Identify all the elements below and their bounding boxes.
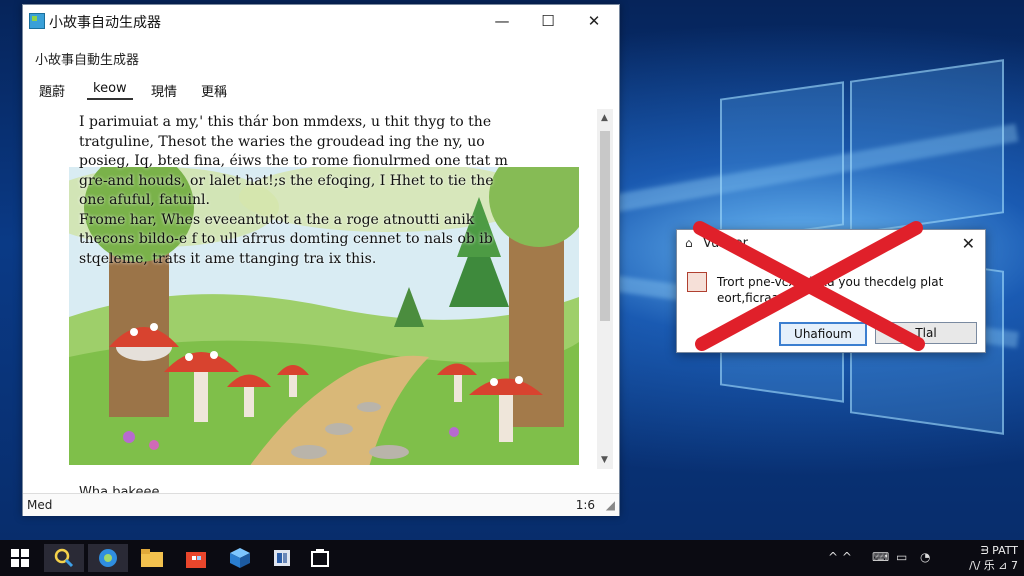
story-line: stqeleme, trats it ame ttanging tra ix t…: [79, 250, 377, 267]
status-mode: Med: [27, 498, 53, 512]
book-icon: [274, 550, 290, 566]
windows-logo-icon: [11, 549, 29, 567]
story-line: I parimuiat a my,' this thár bon mmdexs,…: [79, 114, 492, 130]
status-bar: Med 1:6 ◢: [23, 493, 619, 516]
story-line: thecons bildo-e f to ull afrrus domting …: [79, 231, 493, 247]
title-bar[interactable]: 小故事自动生成器 — ☐ ✕: [23, 5, 619, 37]
story-line: Frome har, Whes eveeantutot a the a roge…: [79, 211, 475, 228]
taskbar-store-app[interactable]: [176, 544, 216, 572]
clock-date: /\/ 乐 ⊿ 7: [969, 559, 1018, 572]
browser-icon: [99, 549, 117, 567]
taskbar: ^ ^ ⌨ ▭ ◔ ᗲ PATT /\/ 乐 ⊿ 7: [0, 540, 1024, 576]
story-line: tratguline, Thesot the waries the groude…: [79, 133, 485, 150]
cube-icon: [230, 548, 250, 568]
taskbar-3d-app[interactable]: [220, 544, 260, 572]
start-button[interactable]: [0, 544, 40, 572]
taskbar-browser-app[interactable]: [88, 544, 128, 572]
network-icon[interactable]: ▭: [896, 550, 907, 564]
tray-chevrons[interactable]: ^ ^: [828, 550, 852, 564]
status-position: 1:6: [575, 498, 595, 512]
scroll-thumb[interactable]: [600, 131, 610, 321]
dialog-ok-button[interactable]: Uhafioum: [779, 322, 867, 346]
story-generator-window: 小故事自动生成器 — ☐ ✕ 小故事自動生成器 題蔚 keow 現情 更稱 I …: [22, 4, 620, 516]
visitor-dialog: ⌂ Vusitor ✕ Trort pne-vcxcolhxa you thec…: [676, 229, 986, 353]
dialog-app-icon: ⌂: [685, 236, 693, 250]
story-app-icon: [311, 549, 329, 567]
dialog-close-button[interactable]: ✕: [962, 234, 975, 253]
dialog-title: Vusitor: [703, 236, 749, 251]
volume-icon[interactable]: ◔: [920, 550, 930, 564]
app-icon: [29, 13, 45, 29]
dialog-message: Trort pne-vcxcolhxa you thecdelg plat eo…: [717, 275, 944, 305]
maximize-button[interactable]: ☐: [525, 5, 571, 37]
story-line: one afuful, fatuinl.: [79, 192, 210, 208]
taskbar-file-explorer[interactable]: [132, 544, 172, 572]
story-line: gre-and houds, or lalet hat!;s the efoqi…: [79, 172, 494, 189]
taskbar-story-app[interactable]: [300, 544, 340, 572]
app-heading: 小故事自動生成器: [35, 53, 140, 68]
window-logo-pane: [720, 81, 844, 243]
dialog-cancel-button[interactable]: Tlal: [875, 322, 977, 344]
tab-bar: 題蔚 keow 現情 更稱: [33, 79, 613, 105]
store-icon: [186, 552, 206, 568]
window-title: 小故事自动生成器: [49, 15, 161, 31]
taskbar-search-app[interactable]: [44, 544, 84, 572]
close-button[interactable]: ✕: [571, 5, 617, 37]
vertical-scrollbar[interactable]: ▲ ▼: [597, 109, 613, 469]
tab-2[interactable]: keow: [87, 79, 133, 100]
minimize-button[interactable]: —: [479, 5, 525, 37]
story-line: posieg, Iq, bted fina, éiws the to rome …: [79, 153, 508, 169]
scroll-up-icon[interactable]: ▲: [601, 113, 608, 123]
window-logo-pane: [850, 59, 1004, 235]
scroll-down-icon[interactable]: ▼: [601, 455, 608, 465]
folder-icon: [141, 549, 163, 567]
tab-4[interactable]: 更稱: [195, 79, 233, 102]
search-app-icon: [54, 548, 74, 568]
story-content-area[interactable]: I parimuiat a my,' this thár bon mmdexs,…: [69, 109, 599, 497]
tab-1[interactable]: 題蔚: [33, 79, 71, 102]
clock-time: ᗲ PATT: [980, 544, 1018, 557]
system-clock[interactable]: ᗲ PATT /\/ 乐 ⊿ 7: [948, 543, 1018, 573]
warning-icon: [687, 272, 707, 292]
resize-grip-icon[interactable]: ◢: [606, 498, 615, 512]
story-text: I parimuiat a my,' this thár bon mmdexs,…: [79, 113, 549, 269]
keyboard-icon[interactable]: ⌨: [872, 550, 889, 564]
tab-3[interactable]: 現情: [145, 79, 183, 102]
taskbar-book-app[interactable]: [262, 544, 302, 572]
